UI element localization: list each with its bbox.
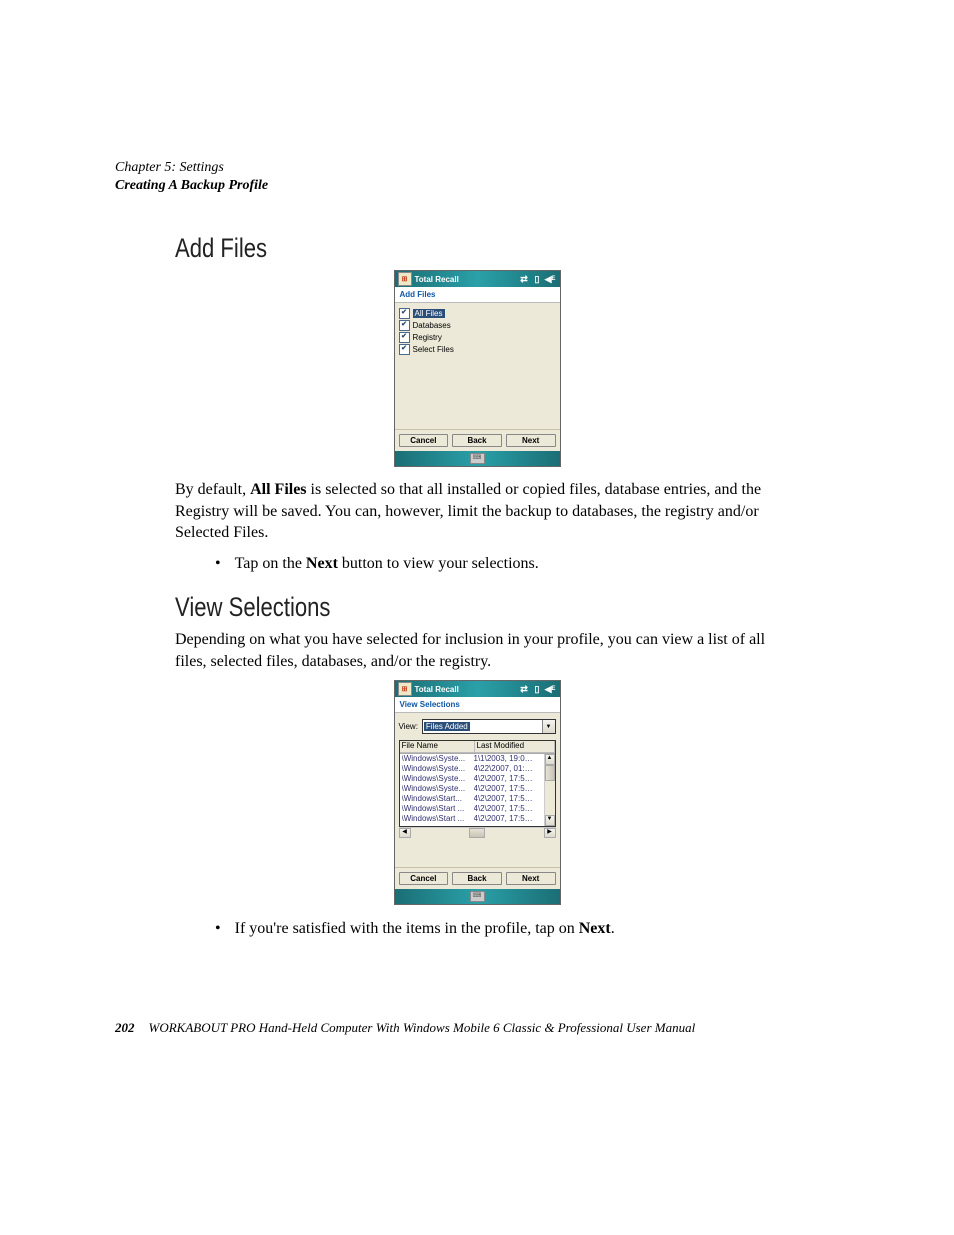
- view-dropdown[interactable]: Files Added: [422, 719, 556, 734]
- scroll-left-icon[interactable]: ◀: [399, 828, 411, 838]
- check-label: Select Files: [413, 345, 454, 354]
- window-title: Total Recall: [415, 275, 459, 284]
- footer-text: WORKABOUT PRO Hand-Held Computer With Wi…: [149, 1020, 696, 1036]
- keyboard-icon[interactable]: ⌨: [470, 453, 485, 464]
- view-label: View:: [399, 722, 418, 731]
- start-icon[interactable]: ⊞: [398, 682, 412, 696]
- scroll-thumb[interactable]: [469, 828, 485, 838]
- next-button[interactable]: Next: [506, 434, 556, 447]
- bottombar: ⌨: [395, 451, 560, 466]
- cancel-button[interactable]: Cancel: [399, 872, 449, 885]
- cancel-button[interactable]: Cancel: [399, 434, 449, 447]
- back-button[interactable]: Back: [452, 872, 502, 885]
- window-subtitle: Add Files: [395, 287, 560, 303]
- table-row[interactable]: \Windows\Start...4\2\2007, 17:5…: [400, 794, 544, 804]
- check-row-all-files[interactable]: All Files: [399, 308, 556, 319]
- table-row[interactable]: \Windows\Syste...4\2\2007, 17:5…: [400, 774, 544, 784]
- dropdown-value: Files Added: [424, 722, 470, 731]
- bottombar: ⌨: [395, 889, 560, 904]
- scroll-right-icon[interactable]: ▶: [544, 828, 556, 838]
- titlebar: ⊞ Total Recall ⇄ ▯ ◀ᴱ: [395, 681, 560, 697]
- check-label: Registry: [413, 333, 442, 342]
- checkbox-icon[interactable]: [399, 344, 410, 355]
- figure-view-selections: ⊞ Total Recall ⇄ ▯ ◀ᴱ View Selections Vi…: [115, 680, 839, 905]
- check-row-select-files[interactable]: Select Files: [399, 344, 556, 355]
- check-label: All Files: [413, 309, 445, 318]
- scroll-up-icon[interactable]: ▲: [545, 754, 555, 765]
- col-lastmodified[interactable]: Last Modified: [475, 741, 555, 753]
- files-table[interactable]: File Name Last Modified \Windows\Syste..…: [399, 740, 556, 827]
- page-number: 202: [115, 1020, 135, 1036]
- view-content: View: Files Added File Name Last Modifie…: [395, 713, 560, 867]
- horizontal-scrollbar[interactable]: ◀ ▶: [399, 827, 556, 838]
- sync-icon[interactable]: ⇄: [519, 684, 530, 695]
- back-button[interactable]: Back: [452, 434, 502, 447]
- checkbox-icon[interactable]: [399, 332, 410, 343]
- figure-add-files: ⊞ Total Recall ⇄ ▯ ◀ᴱ Add Files All File…: [115, 270, 839, 467]
- signal-icon[interactable]: ▯: [532, 684, 543, 695]
- start-icon[interactable]: ⊞: [398, 272, 412, 286]
- keyboard-icon[interactable]: ⌨: [470, 891, 485, 902]
- scroll-thumb[interactable]: [545, 765, 555, 781]
- checkbox-icon[interactable]: [399, 308, 410, 319]
- page-footer: 202 WORKABOUT PRO Hand-Held Computer Wit…: [115, 1020, 839, 1036]
- heading-view-selections: View Selections: [175, 593, 786, 624]
- window-subtitle: View Selections: [395, 697, 560, 713]
- vertical-scrollbar[interactable]: ▲ ▼: [544, 754, 555, 826]
- volume-icon[interactable]: ◀ᴱ: [545, 274, 556, 285]
- checklist-area: All Files Databases Registry Select File…: [395, 303, 560, 429]
- titlebar: ⊞ Total Recall ⇄ ▯ ◀ᴱ: [395, 271, 560, 287]
- check-row-databases[interactable]: Databases: [399, 320, 556, 331]
- section-header: Creating A Backup Profile: [115, 178, 839, 194]
- body-para-1: By default, All Files is selected so tha…: [175, 479, 795, 544]
- volume-icon[interactable]: ◀ᴱ: [545, 684, 556, 695]
- table-row[interactable]: \Windows\Syste...4\2\2007, 17:5…: [400, 784, 544, 794]
- scroll-down-icon[interactable]: ▼: [545, 815, 555, 826]
- table-row[interactable]: \Windows\Syste...1\1\2003, 19:0…: [400, 754, 544, 764]
- body-para-2: Depending on what you have selected for …: [175, 629, 795, 672]
- next-button[interactable]: Next: [506, 872, 556, 885]
- chevron-down-icon[interactable]: [542, 720, 555, 733]
- chapter-header: Chapter 5: Settings: [115, 160, 839, 176]
- signal-icon[interactable]: ▯: [532, 274, 543, 285]
- table-row[interactable]: \Windows\Syste...4\22\2007, 01:…: [400, 764, 544, 774]
- table-row[interactable]: \Windows\Start ...4\2\2007, 17:5…: [400, 814, 544, 824]
- bullet-next-1: Tap on the Next button to view your sele…: [215, 552, 839, 575]
- sync-icon[interactable]: ⇄: [519, 274, 530, 285]
- bullet-next-2: If you're satisfied with the items in th…: [215, 917, 839, 940]
- window-title: Total Recall: [415, 685, 459, 694]
- heading-add-files: Add Files: [175, 234, 786, 265]
- check-row-registry[interactable]: Registry: [399, 332, 556, 343]
- checkbox-icon[interactable]: [399, 320, 410, 331]
- table-row[interactable]: \Windows\Start ...4\2\2007, 17:5…: [400, 804, 544, 814]
- check-label: Databases: [413, 321, 451, 330]
- col-filename[interactable]: File Name: [400, 741, 475, 753]
